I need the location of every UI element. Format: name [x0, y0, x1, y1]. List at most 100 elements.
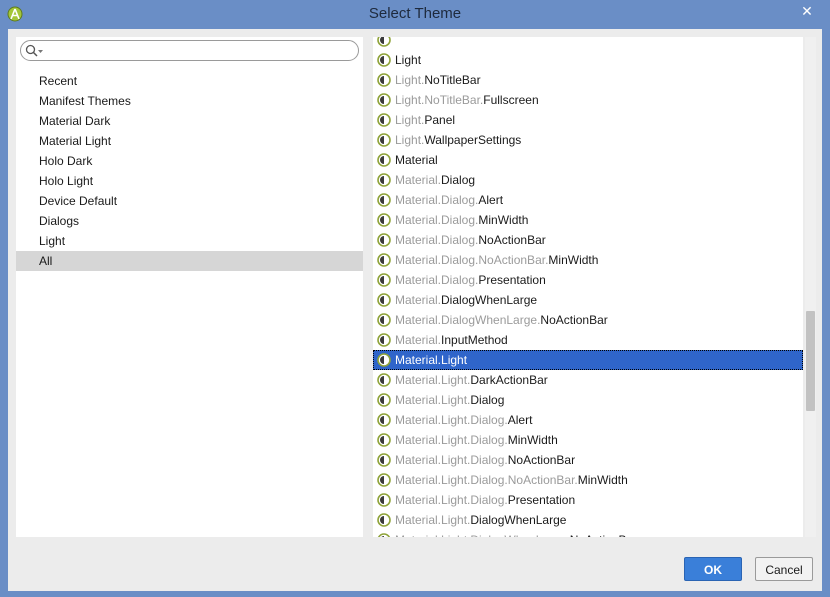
category-item[interactable]: All: [16, 251, 363, 271]
theme-prefix: Material.DialogWhenLarge.: [395, 313, 541, 327]
category-item[interactable]: Device Default: [16, 191, 363, 211]
theme-name: Light: [441, 353, 468, 367]
theme-list-item[interactable]: Light.NoTitleBar.Fullscreen: [373, 90, 803, 110]
theme-icon: [377, 473, 391, 487]
theme-icon: [377, 393, 391, 407]
theme-icon: [377, 37, 391, 47]
theme-name: Dialog: [441, 173, 476, 187]
theme-list-scrollbar[interactable]: [805, 37, 816, 537]
theme-list-item[interactable]: Material.Light.Dialog.Alert: [373, 410, 803, 430]
theme-name: MinWidth: [548, 253, 599, 267]
theme-name: Material: [395, 153, 438, 167]
theme-list-item[interactable]: Light.WallpaperSettings: [373, 130, 803, 150]
theme-icon: [377, 193, 391, 207]
theme-list-item[interactable]: Material.DialogWhenLarge: [373, 290, 803, 310]
theme-list: Light Light.NoTitleBar Light.NoTitleBar.Fu…: [373, 37, 803, 537]
category-item[interactable]: Holo Dark: [16, 151, 363, 171]
theme-prefix: Material.Light.: [395, 513, 471, 527]
category-item[interactable]: Recent: [16, 71, 363, 91]
theme-prefix: Material.: [395, 333, 442, 347]
theme-list-item[interactable]: Material.Light.Dialog: [373, 390, 803, 410]
category-list: Recent Manifest Themes Material Dark Materi…: [16, 71, 363, 271]
theme-name: InputMethod: [441, 333, 508, 347]
theme-list-item[interactable]: Material: [373, 150, 803, 170]
theme-list-item[interactable]: Material.Dialog.NoActionBar: [373, 230, 803, 250]
theme-name: Presentation: [507, 493, 576, 507]
theme-icon: [377, 293, 391, 307]
theme-list-item[interactable]: Material.DialogWhenLarge.NoActionBar: [373, 310, 803, 330]
theme-list-item[interactable]: Material.Light.Dialog.NoActionBar.MinWid…: [373, 470, 803, 490]
category-item[interactable]: Holo Light: [16, 171, 363, 191]
theme-icon: [377, 133, 391, 147]
theme-list-item[interactable]: Material.InputMethod: [373, 330, 803, 350]
category-item[interactable]: Material Dark: [16, 111, 363, 131]
theme-list-item[interactable]: Material.Light.Dialog.MinWidth: [373, 430, 803, 450]
theme-list-item[interactable]: Material.Light.Dialog.Presentation: [373, 490, 803, 510]
cancel-button[interactable]: Cancel: [755, 557, 813, 581]
search-input[interactable]: [20, 40, 359, 61]
theme-list-item[interactable]: Light.Panel: [373, 110, 803, 130]
theme-prefix: Material.: [395, 353, 442, 367]
theme-list-item[interactable]: Material.Dialog.MinWidth: [373, 210, 803, 230]
ok-button[interactable]: OK: [684, 557, 742, 581]
theme-icon: [377, 93, 391, 107]
theme-list-item[interactable]: Material.Light: [373, 350, 803, 370]
theme-name: MinWidth: [478, 213, 529, 227]
theme-list-item[interactable]: Material.Dialog.Presentation: [373, 270, 803, 290]
theme-list-item[interactable]: Light: [373, 50, 803, 70]
theme-prefix: Material.Dialog.: [395, 213, 479, 227]
theme-icon: [377, 113, 391, 127]
theme-name: NoActionBar: [507, 453, 576, 467]
theme-name: DialogWhenLarge: [470, 513, 567, 527]
theme-prefix: Material.Light.DialogWhenLarge.: [395, 533, 570, 537]
theme-list-item[interactable]: Material.Dialog.NoActionBar.MinWidth: [373, 250, 803, 270]
theme-name: Alert: [507, 413, 533, 427]
scrollbar-thumb[interactable]: [806, 311, 815, 411]
theme-icon: [377, 313, 391, 327]
theme-prefix: Material.: [395, 293, 442, 307]
theme-icon: [377, 373, 391, 387]
category-item[interactable]: Light: [16, 231, 363, 251]
theme-icon: [377, 253, 391, 267]
category-item[interactable]: Material Light: [16, 131, 363, 151]
theme-prefix: Material.: [395, 173, 442, 187]
category-item[interactable]: Dialogs: [16, 211, 363, 231]
category-item[interactable]: Manifest Themes: [16, 91, 363, 111]
theme-prefix: Material.Light.: [395, 393, 471, 407]
theme-icon: [377, 273, 391, 287]
theme-list-item[interactable]: [373, 37, 803, 50]
theme-name: NoActionBar: [570, 533, 637, 537]
theme-prefix: Material.Light.Dialog.: [395, 453, 508, 467]
close-icon[interactable]: ✕: [784, 0, 830, 21]
theme-name: Alert: [478, 193, 504, 207]
theme-list-item[interactable]: Material.Light.Dialog.NoActionBar: [373, 450, 803, 470]
theme-icon: [377, 533, 391, 537]
theme-icon: [377, 153, 391, 167]
window-title: Select Theme: [368, 5, 462, 22]
theme-name: MinWidth: [577, 473, 628, 487]
theme-icon: [377, 513, 391, 527]
theme-icon: [377, 413, 391, 427]
theme-list-item[interactable]: Light.NoTitleBar: [373, 70, 803, 90]
theme-icon: [377, 53, 391, 67]
theme-icon: [377, 333, 391, 347]
theme-name: Dialog: [470, 393, 505, 407]
theme-prefix: Material.Dialog.: [395, 233, 479, 247]
theme-list-item[interactable]: Material.Light.DialogWhenLarge.NoActionB…: [373, 530, 803, 537]
search-icon[interactable]: [25, 44, 45, 58]
theme-prefix: Material.Light.Dialog.: [395, 433, 508, 447]
window-frame-bottom: [0, 591, 830, 597]
theme-name: WallpaperSettings: [424, 133, 522, 147]
theme-list-item[interactable]: Material.Dialog.Alert: [373, 190, 803, 210]
theme-prefix: Material.Light.Dialog.: [395, 493, 508, 507]
theme-list-item[interactable]: Material.Dialog: [373, 170, 803, 190]
theme-prefix: Light.NoTitleBar.: [395, 93, 484, 107]
theme-name: DialogWhenLarge: [441, 293, 538, 307]
theme-icon: [377, 493, 391, 507]
category-pane: Recent Manifest Themes Material Dark Materi…: [16, 37, 363, 537]
theme-name: Fullscreen: [483, 93, 539, 107]
theme-icon: [377, 173, 391, 187]
theme-list-item[interactable]: Material.Light.DarkActionBar: [373, 370, 803, 390]
theme-name: NoTitleBar: [424, 73, 481, 87]
theme-list-item[interactable]: Material.Light.DialogWhenLarge: [373, 510, 803, 530]
